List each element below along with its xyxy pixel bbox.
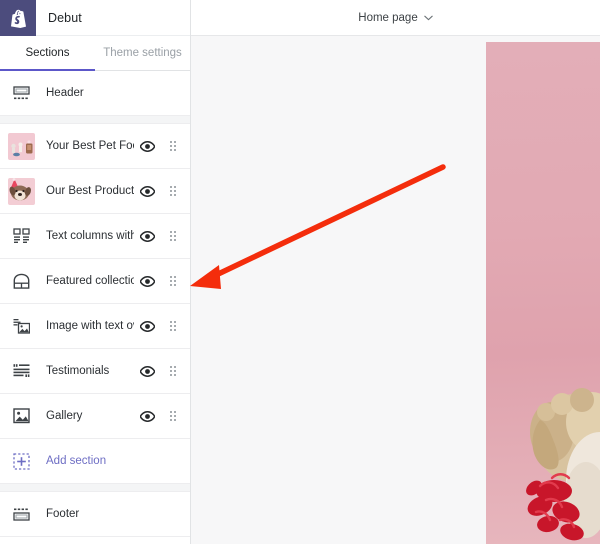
section-thumbnail xyxy=(8,133,35,160)
drag-dots-icon xyxy=(170,231,177,241)
drag-dots-icon xyxy=(170,321,177,331)
drag-handle[interactable] xyxy=(160,411,186,421)
drag-dots-icon xyxy=(170,411,177,421)
shopify-logo-button[interactable] xyxy=(0,0,36,36)
gallery-icon xyxy=(8,403,35,430)
page-selector-label: Home page xyxy=(358,12,417,24)
visibility-eye-icon[interactable] xyxy=(134,231,160,242)
page-selector[interactable]: Home page xyxy=(358,12,432,24)
theme-editor: Debut Sections Theme settings He xyxy=(0,0,600,544)
drag-dots-icon xyxy=(170,276,177,286)
drag-handle[interactable] xyxy=(160,276,186,286)
visibility-eye-icon[interactable] xyxy=(134,141,160,152)
section-row-header[interactable]: Header xyxy=(0,71,190,116)
tab-sections[interactable]: Sections xyxy=(0,36,95,70)
section-label: Header xyxy=(35,87,190,99)
chevron-down-icon xyxy=(424,12,433,24)
list-divider-gap xyxy=(0,484,190,492)
shopify-bag-icon xyxy=(10,9,27,28)
visibility-eye-icon[interactable] xyxy=(134,411,160,422)
section-label: Gallery xyxy=(35,410,134,422)
section-row-our-best-product[interactable]: Our Best Product ... xyxy=(0,169,190,214)
drag-dots-icon xyxy=(170,366,177,376)
preview-stage xyxy=(191,36,600,544)
drag-handle[interactable] xyxy=(160,231,186,241)
list-divider-gap xyxy=(0,116,190,124)
add-section-button[interactable]: Add section xyxy=(0,439,190,484)
section-row-your-best-pet-food[interactable]: Your Best Pet Food... xyxy=(0,124,190,169)
tab-theme-settings-label: Theme settings xyxy=(103,47,182,59)
section-row-text-columns[interactable]: Text columns with i... xyxy=(0,214,190,259)
preview-toolbar: Home page xyxy=(191,0,600,36)
section-thumbnail xyxy=(8,178,35,205)
tab-theme-settings[interactable]: Theme settings xyxy=(95,36,190,70)
drag-handle[interactable] xyxy=(160,321,186,331)
drag-handle[interactable] xyxy=(160,141,186,151)
section-row-footer[interactable]: Footer xyxy=(0,492,190,537)
sections-list: Header xyxy=(0,71,190,537)
sidebar: Debut Sections Theme settings He xyxy=(0,0,191,544)
section-row-testimonials[interactable]: Testimonials xyxy=(0,349,190,394)
dog-hero-image xyxy=(486,360,600,544)
visibility-eye-icon[interactable] xyxy=(134,366,160,377)
sidebar-topbar: Debut xyxy=(0,0,190,36)
visibility-eye-icon[interactable] xyxy=(134,321,160,332)
add-section-label: Add section xyxy=(35,455,190,467)
section-label: Image with text ov... xyxy=(35,320,134,332)
section-label: Your Best Pet Food... xyxy=(35,140,134,152)
drag-handle[interactable] xyxy=(160,366,186,376)
sidebar-tabs: Sections Theme settings xyxy=(0,36,190,71)
footer-icon xyxy=(8,501,35,528)
section-row-gallery[interactable]: Gallery xyxy=(0,394,190,439)
drag-dots-icon xyxy=(170,186,177,196)
section-label: Testimonials xyxy=(35,365,134,377)
section-row-image-with-text[interactable]: Image with text ov... xyxy=(0,304,190,349)
text-columns-icon xyxy=(8,223,35,250)
visibility-eye-icon[interactable] xyxy=(134,276,160,287)
visibility-eye-icon[interactable] xyxy=(134,186,160,197)
shop-name: Debut xyxy=(36,0,190,35)
section-label: Footer xyxy=(35,508,190,520)
image-with-text-icon xyxy=(8,313,35,340)
section-label: Our Best Product ... xyxy=(35,185,134,197)
tab-sections-label: Sections xyxy=(25,47,69,59)
section-row-featured-collection[interactable]: Featured collection xyxy=(0,259,190,304)
drag-dots-icon xyxy=(170,141,177,151)
storefront-preview[interactable] xyxy=(486,42,600,544)
testimonials-icon xyxy=(8,358,35,385)
add-section-icon xyxy=(8,448,35,475)
featured-collection-icon xyxy=(8,268,35,295)
section-label: Text columns with i... xyxy=(35,230,134,242)
preview-pane: Home page xyxy=(191,0,600,544)
header-icon xyxy=(8,80,35,107)
drag-handle[interactable] xyxy=(160,186,186,196)
section-label: Featured collection xyxy=(35,275,134,287)
